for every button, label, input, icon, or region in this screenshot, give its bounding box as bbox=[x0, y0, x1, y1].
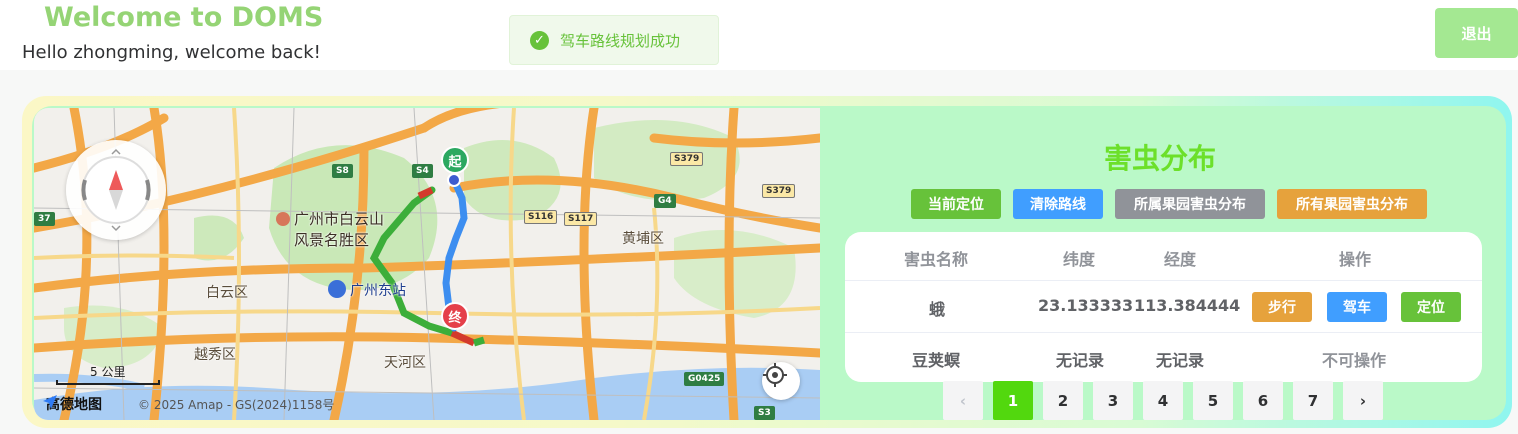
pagination-page-7[interactable]: 7 bbox=[1293, 381, 1333, 420]
station-label: 广州东站 bbox=[350, 283, 406, 299]
route-start-marker[interactable]: 起 bbox=[441, 146, 469, 174]
road-badge: S379 bbox=[670, 152, 704, 166]
drive-button[interactable]: 驾车 bbox=[1327, 292, 1387, 322]
pagination-page-3[interactable]: 3 bbox=[1093, 381, 1133, 420]
locate-button[interactable]: 定位 bbox=[1401, 292, 1461, 322]
cell-lng: 113.384444 bbox=[1134, 296, 1241, 315]
panel-title: 害虫分布 bbox=[1104, 142, 1217, 175]
map-scale-label: 5 公里 bbox=[90, 365, 126, 379]
road-badge: G0425 bbox=[684, 372, 725, 386]
amap-logo: 高德地图 bbox=[42, 394, 102, 414]
pagination-page-6[interactable]: 6 bbox=[1243, 381, 1283, 420]
row-divider bbox=[845, 332, 1482, 333]
road-badge: S8 bbox=[332, 164, 353, 178]
cell-no-actions: 不可操作 bbox=[1322, 351, 1387, 370]
pagination-page-1[interactable]: 1 bbox=[993, 381, 1033, 420]
toast-message: 驾车路线规划成功 bbox=[560, 31, 681, 50]
cell-pest-name: 豆荚螟 bbox=[912, 351, 961, 370]
map-view[interactable]: 广州市白云山 风景名胜区 白云区 越秀区 天河区 黄埔区 广州东站 S8 S4 … bbox=[34, 108, 820, 420]
road-badge: S4 bbox=[412, 164, 433, 178]
welcome-subtitle: Hello zhongming, welcome back! bbox=[22, 42, 321, 63]
road-badge: G4 bbox=[654, 194, 676, 208]
walk-button[interactable]: 步行 bbox=[1252, 292, 1312, 322]
compass-icon bbox=[81, 148, 151, 232]
poi-pin-icon bbox=[276, 212, 290, 226]
road-badge: S379 bbox=[762, 184, 796, 198]
map-copyright: © 2025 Amap - GS(2024)1158号 bbox=[138, 398, 335, 412]
cell-lng: 无记录 bbox=[1156, 351, 1205, 370]
map-locate-button[interactable] bbox=[762, 362, 800, 400]
amap-arrow-icon bbox=[43, 395, 57, 409]
table-header-lng: 经度 bbox=[1164, 250, 1197, 269]
district-label-baiyun: 白云区 bbox=[206, 285, 248, 301]
road-badge: S116 bbox=[524, 210, 558, 224]
table-header-name: 害虫名称 bbox=[904, 250, 969, 269]
success-toast: ✓ 驾车路线规划成功 bbox=[509, 15, 719, 65]
road-badge: 37 bbox=[34, 212, 55, 226]
station-icon bbox=[328, 280, 346, 298]
pest-table: 害虫名称 纬度 经度 操作 蛾 23.133333 113.384444 步行 … bbox=[845, 232, 1482, 382]
all-orchards-pest-distribution-button[interactable]: 所有果园害虫分布 bbox=[1277, 189, 1427, 219]
district-label-yuexiu: 越秀区 bbox=[194, 347, 236, 363]
poi-label-line1: 广州市白云山 bbox=[294, 210, 385, 228]
top-header: Welcome to DOMS Hello zhongming, welcome… bbox=[0, 0, 1518, 70]
road-badge: S3 bbox=[754, 406, 775, 420]
poi-label-baiyun-mountain: 广州市白云山 风景名胜区 bbox=[294, 208, 384, 250]
orchard-pest-distribution-button[interactable]: 所属果园害虫分布 bbox=[1115, 189, 1265, 219]
logout-button[interactable]: 退出 bbox=[1435, 8, 1518, 58]
check-circle-icon: ✓ bbox=[530, 30, 549, 50]
cell-pest-name: 蛾 bbox=[929, 300, 946, 319]
poi-label-line2: 风景名胜区 bbox=[294, 231, 370, 249]
district-label-huangpu: 黄埔区 bbox=[622, 231, 664, 247]
route-end-marker[interactable]: 终 bbox=[441, 302, 469, 330]
pagination-next-button[interactable]: › bbox=[1343, 381, 1383, 420]
pagination-page-2[interactable]: 2 bbox=[1043, 381, 1083, 420]
cell-lat: 无记录 bbox=[1056, 351, 1105, 370]
current-location-button[interactable]: 当前定位 bbox=[911, 189, 1001, 219]
road-badge: S117 bbox=[564, 212, 598, 226]
welcome-title: Welcome to DOMS bbox=[44, 2, 324, 33]
compass-control[interactable] bbox=[66, 140, 166, 240]
table-header-actions: 操作 bbox=[1339, 250, 1372, 269]
row-divider bbox=[845, 280, 1482, 281]
district-label-tianhe: 天河区 bbox=[384, 355, 426, 371]
crosshair-icon bbox=[763, 363, 787, 387]
pagination-page-4[interactable]: 4 bbox=[1143, 381, 1183, 420]
pagination-prev-button[interactable]: ‹ bbox=[943, 381, 983, 420]
map-scale-bar bbox=[56, 380, 160, 385]
table-header-lat: 纬度 bbox=[1063, 250, 1096, 269]
pagination-page-5[interactable]: 5 bbox=[1193, 381, 1233, 420]
clear-route-button[interactable]: 清除路线 bbox=[1013, 189, 1103, 219]
cell-lat: 23.133333 bbox=[1038, 296, 1134, 315]
